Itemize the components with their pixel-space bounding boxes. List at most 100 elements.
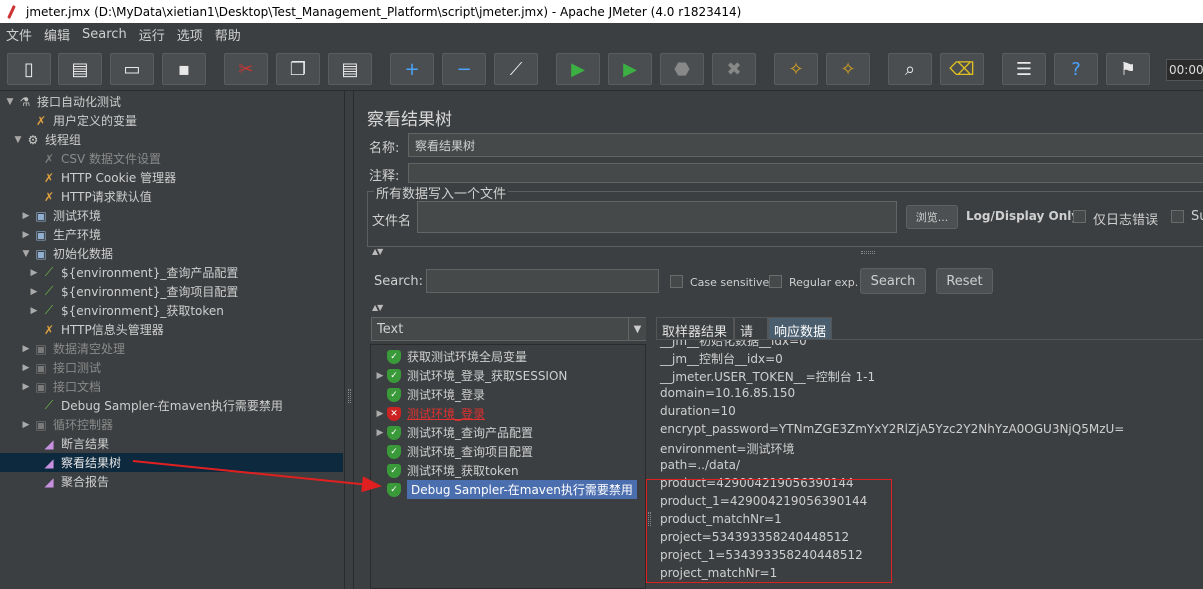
tree-node[interactable]: ▶ ▣ 接口测试 bbox=[21, 358, 101, 377]
menu-3[interactable]: 运行 bbox=[133, 25, 171, 44]
clear-all-icon[interactable]: ✧ bbox=[826, 53, 870, 85]
tree-node[interactable]: ▶ ▣ 接口文档 bbox=[21, 377, 101, 396]
paste-icon[interactable]: ▤ bbox=[328, 53, 372, 85]
tree-node[interactable]: ✗ 用户定义的变量 bbox=[21, 111, 137, 130]
case-sensitive-checkbox[interactable] bbox=[670, 275, 683, 288]
menu-4[interactable]: 选项 bbox=[171, 25, 209, 44]
result-item[interactable]: ✓ 测试环境_登录 bbox=[373, 385, 485, 404]
templates-icon[interactable]: ▤ bbox=[58, 53, 102, 85]
chevron-down-icon[interactable]: ▼ bbox=[5, 97, 15, 107]
resize-dots-top[interactable] bbox=[861, 251, 875, 254]
result-item[interactable]: ✓ 测试环境_获取token bbox=[373, 461, 519, 480]
save-icon[interactable]: ▪ bbox=[162, 53, 206, 85]
remote-icon[interactable]: ⚑ bbox=[1106, 53, 1150, 85]
chevron-right-icon[interactable]: ▶ bbox=[21, 363, 31, 373]
chevron-right-icon[interactable]: ▶ bbox=[373, 409, 387, 419]
menu-5[interactable]: 帮助 bbox=[209, 25, 247, 44]
main-splitter[interactable] bbox=[344, 91, 354, 589]
menu-2[interactable]: Search bbox=[76, 27, 133, 42]
tree-node[interactable]: ✗ HTTP Cookie 管理器 bbox=[29, 168, 176, 187]
tree-node[interactable]: ✗ HTTP请求默认值 bbox=[29, 187, 152, 206]
search-icon[interactable]: ⌕ bbox=[888, 53, 932, 85]
result-item[interactable]: ✓ 测试环境_查询项目配置 bbox=[373, 442, 533, 461]
successes-checkbox[interactable] bbox=[1171, 210, 1184, 223]
tree-node[interactable]: ◢ 断言结果 bbox=[29, 434, 109, 453]
tree-node-label: 循环控制器 bbox=[53, 418, 114, 432]
cut-icon[interactable]: ✂ bbox=[224, 53, 268, 85]
tree-node[interactable]: ▶ ▣ 循环控制器 bbox=[21, 415, 113, 434]
chevron-down-icon[interactable]: ▼ bbox=[13, 135, 23, 145]
sample-result-tree[interactable]: Text ▼ ✓ 获取测试环境全局变量 ▶ ✓ 测试环境_登录_获取SESSION ✓ 测试… bbox=[370, 317, 647, 589]
comment-input[interactable] bbox=[408, 163, 1203, 183]
reset-button[interactable]: Reset bbox=[936, 268, 993, 294]
tree-node-label: HTTP信息头管理器 bbox=[61, 323, 164, 337]
chevron-right-icon[interactable]: ▶ bbox=[21, 211, 31, 221]
chevron-right-icon[interactable]: ▶ bbox=[373, 371, 387, 381]
result-item[interactable]: ▶ ✕ 测试环境_登录 bbox=[373, 404, 485, 423]
renderer-select[interactable]: Text ▼ bbox=[371, 317, 647, 341]
chevron-down-icon[interactable]: ▼ bbox=[21, 249, 31, 259]
tree-node[interactable]: ✗ HTTP信息头管理器 bbox=[29, 320, 164, 339]
tree-node[interactable]: ▶ ⟋ ${environment}_获取token bbox=[29, 301, 224, 320]
result-item[interactable]: ✓ 获取测试环境全局变量 bbox=[373, 347, 527, 366]
menu-1[interactable]: 编辑 bbox=[38, 25, 76, 44]
tree-node[interactable]: ◢ 察看结果树 bbox=[0, 453, 343, 472]
test-plan-tree[interactable]: ▼ ⚗ 接口自动化测试 ✗ 用户定义的变量 ▼ ⚙ 线程组 ✗ CSV 数据文件设置 ✗ HTTP C… bbox=[0, 91, 344, 589]
errors-only-checkbox[interactable] bbox=[1073, 210, 1086, 223]
browse-button[interactable]: 浏览... bbox=[906, 205, 958, 229]
chevron-right-icon[interactable]: ▶ bbox=[21, 382, 31, 392]
splitter-grip[interactable] bbox=[348, 389, 351, 403]
chevron-right-icon[interactable]: ▶ bbox=[29, 268, 39, 278]
tab-2[interactable]: 响应数据 bbox=[768, 317, 832, 340]
clear-icon[interactable]: ✧ bbox=[774, 53, 818, 85]
tree-node[interactable]: ▶ ⟋ ${environment}_查询产品配置 bbox=[29, 263, 239, 282]
tree-node[interactable]: ◢ 聚合报告 bbox=[29, 472, 109, 491]
filename-input[interactable] bbox=[417, 201, 897, 233]
menu-0[interactable]: 文件 bbox=[0, 25, 38, 44]
result-item[interactable]: ✓ Debug Sampler-在maven执行需要禁用 bbox=[373, 480, 637, 499]
tab-0[interactable]: 取样器结果 bbox=[656, 317, 734, 340]
tree-node[interactable]: ▼ ▣ 初始化数据 bbox=[21, 244, 113, 263]
tree-node-label: ${environment}_查询产品配置 bbox=[61, 266, 239, 280]
name-input[interactable]: 察看结果树 bbox=[408, 133, 1203, 157]
chevron-right-icon[interactable]: ▶ bbox=[21, 230, 31, 240]
chevron-right-icon[interactable]: ▶ bbox=[29, 306, 39, 316]
tree-node[interactable]: ✗ CSV 数据文件设置 bbox=[29, 149, 161, 168]
collapse-icon[interactable]: − bbox=[442, 53, 486, 85]
success-shield-icon: ✓ bbox=[387, 387, 401, 402]
chevron-down-icon[interactable]: ▼ bbox=[628, 318, 646, 340]
collapse-arrows-mid[interactable]: ▲▼ bbox=[372, 303, 383, 312]
search-input[interactable] bbox=[426, 269, 659, 293]
copy-icon[interactable]: ❐ bbox=[276, 53, 320, 85]
open-icon[interactable]: ▭ bbox=[110, 53, 154, 85]
function-helper-icon[interactable]: ☰ bbox=[1002, 53, 1046, 85]
chevron-right-icon[interactable]: ▶ bbox=[373, 428, 387, 438]
expand-icon[interactable]: + bbox=[390, 53, 434, 85]
chevron-right-icon[interactable]: ▶ bbox=[21, 344, 31, 354]
regex-checkbox[interactable] bbox=[769, 275, 782, 288]
tree-node[interactable]: ▶ ▣ 数据清空处理 bbox=[21, 339, 125, 358]
result-item[interactable]: ▶ ✓ 测试环境_查询产品配置 bbox=[373, 423, 533, 442]
tree-node[interactable]: ▶ ▣ 生产环境 bbox=[21, 225, 101, 244]
toggle-icon[interactable]: ⟋ bbox=[494, 53, 538, 85]
result-item[interactable]: ▶ ✓ 测试环境_登录_获取SESSION bbox=[373, 366, 567, 385]
tree-node[interactable]: ▼ ⚙ 线程组 bbox=[13, 130, 81, 149]
chevron-right-icon[interactable]: ▶ bbox=[29, 287, 39, 297]
reset-search-icon[interactable]: ⌫ bbox=[940, 53, 984, 85]
collapse-arrows-top[interactable]: ▲▼ bbox=[372, 247, 383, 256]
shutdown-icon[interactable]: ✖ bbox=[712, 53, 756, 85]
stop-icon[interactable]: ⬣ bbox=[660, 53, 704, 85]
result-item-label: 测试环境_登录 bbox=[407, 407, 486, 421]
start-no-pause-icon[interactable]: ▶ bbox=[608, 53, 652, 85]
search-button[interactable]: Search bbox=[860, 268, 926, 294]
help-icon[interactable]: ? bbox=[1054, 53, 1098, 85]
tree-node[interactable]: ⟋ Debug Sampler-在maven执行需要禁用 bbox=[29, 396, 283, 415]
new-icon[interactable]: ▯ bbox=[7, 53, 51, 85]
chevron-right-icon[interactable]: ▶ bbox=[21, 420, 31, 430]
result-tabs: 取样器结果请求响应数据 bbox=[656, 317, 1203, 359]
tree-node[interactable]: ▶ ▣ 测试环境 bbox=[21, 206, 101, 225]
tree-node[interactable]: ▼ ⚗ 接口自动化测试 bbox=[5, 92, 121, 111]
tab-1[interactable]: 请求 bbox=[734, 317, 768, 359]
start-icon[interactable]: ▶ bbox=[556, 53, 600, 85]
tree-node[interactable]: ▶ ⟋ ${environment}_查询项目配置 bbox=[29, 282, 239, 301]
